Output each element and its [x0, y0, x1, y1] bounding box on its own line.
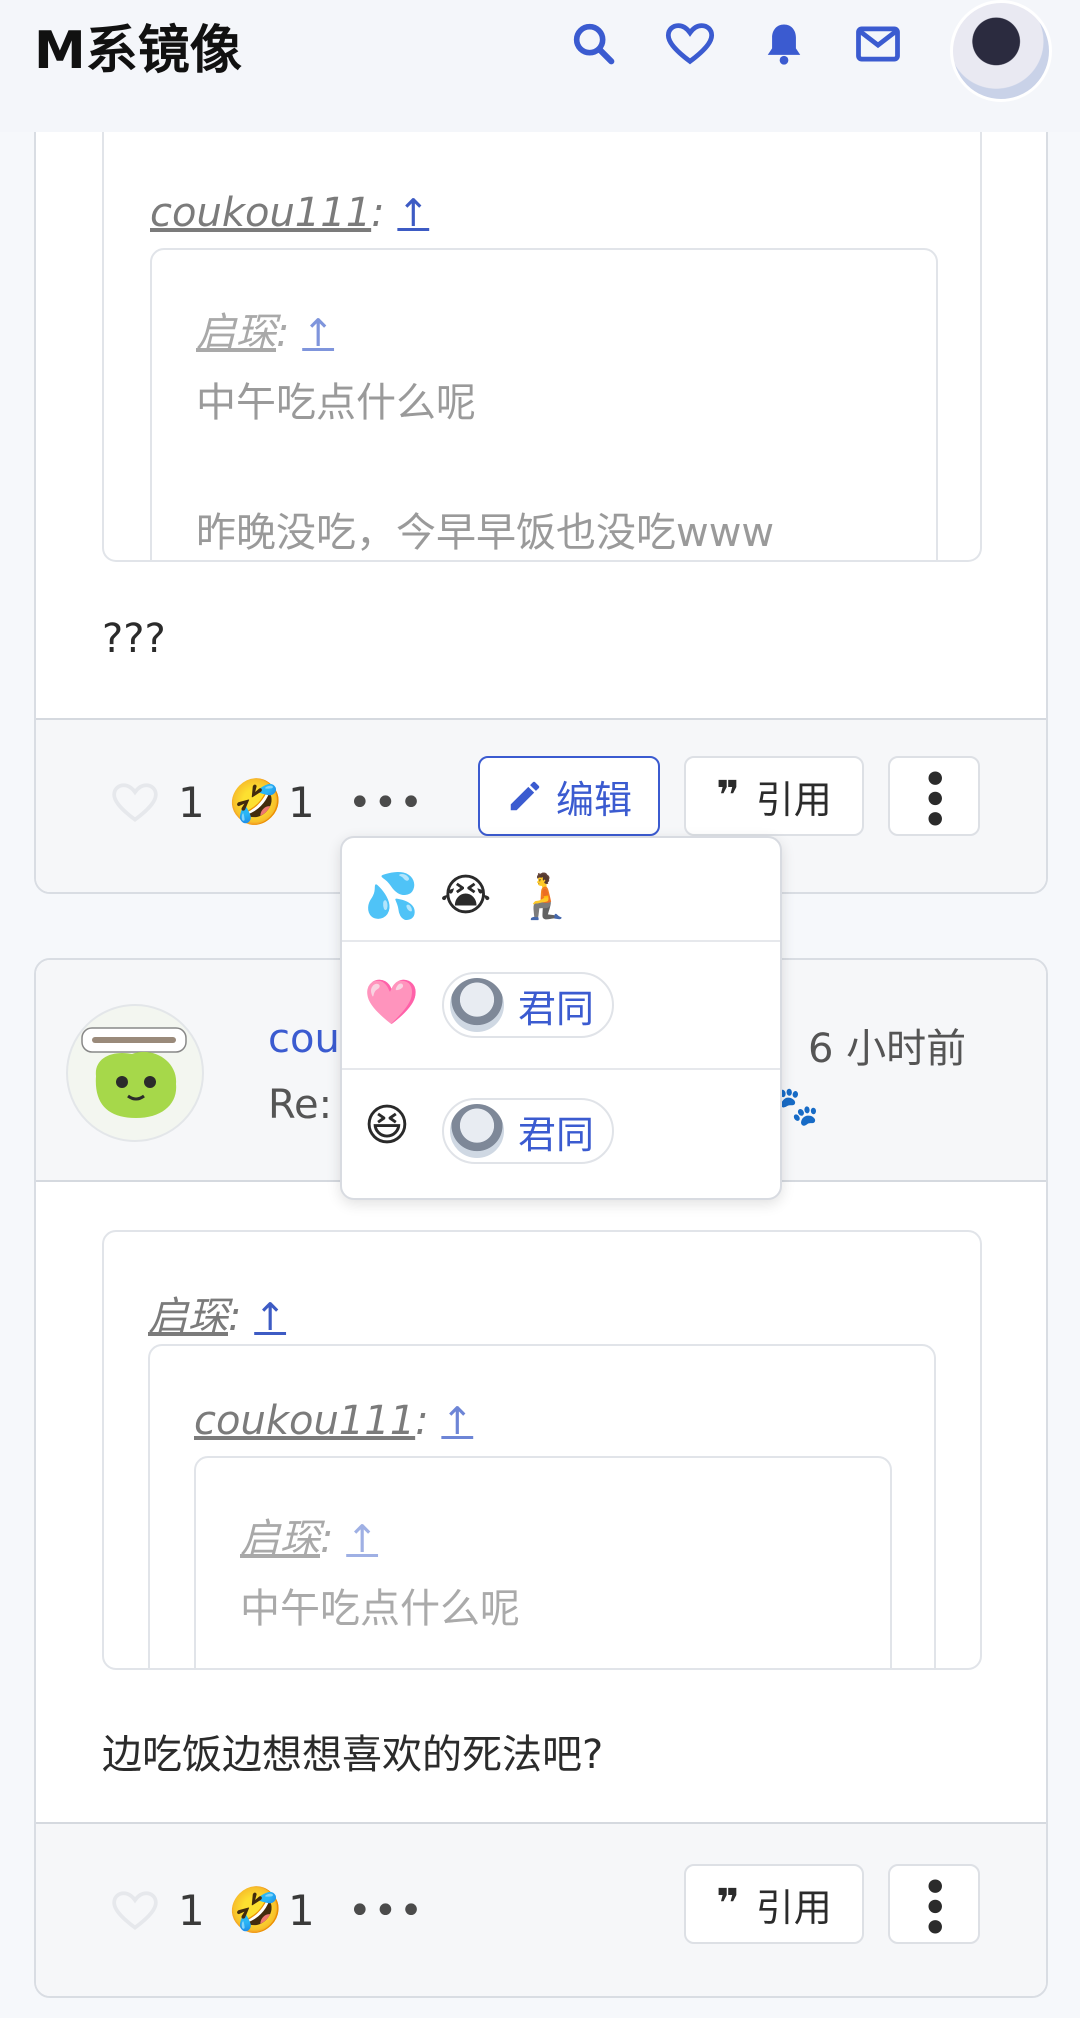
quote-author[interactable]: 启琛	[240, 1516, 320, 1562]
quote-text: 中午吃点什么呢	[240, 1586, 520, 1632]
jump-to-quote-link[interactable]: ↑	[346, 1517, 378, 1561]
like-heart-icon[interactable]	[108, 1886, 162, 1936]
heart-icon[interactable]	[664, 18, 716, 70]
nested-quote-block: 启琛: ↑ 中午吃点什么呢	[194, 1456, 892, 1668]
jump-to-quote-link[interactable]: ↑	[397, 191, 429, 235]
reaction-user-chip[interactable]: 君同	[442, 1098, 615, 1164]
nested-quote-block: 启琛: ↑ 中午吃点什么呢 昨晚没吃，今早早饭也没吃www	[150, 248, 938, 560]
quote-author[interactable]: coukou111	[150, 190, 371, 236]
more-reactions-button[interactable]: •••	[348, 1888, 425, 1934]
quote-author[interactable]: 启琛	[148, 1294, 228, 1340]
post-card: coukou111: ↑ 启琛: ↑ 中午吃点什么呢 昨晚没吃，今早早饭也没吃w…	[34, 90, 1048, 894]
quote-button-label: 引用	[755, 777, 832, 822]
loudly-crying-face-icon[interactable]: 😭	[440, 870, 491, 921]
quote-icon: ❞	[716, 773, 740, 819]
quote-block: coukou111: ↑ 启琛: ↑ 中午吃点什么呢 昨晚没吃，今早早饭也没吃w…	[102, 104, 982, 562]
pink-heart-icon: 🩷	[364, 977, 419, 1028]
author-avatar[interactable]	[66, 1004, 204, 1142]
reaction-user-name: 君同	[518, 986, 595, 1031]
post-actions-bar: 1 🤣 1 ••• ❞ 引用 •••	[36, 1822, 1046, 1996]
sweat-droplets-icon[interactable]: 💦	[364, 870, 419, 922]
rofl-reaction-icon[interactable]: 🤣	[228, 776, 283, 828]
search-icon[interactable]	[568, 18, 620, 70]
post-time: 6 小时前	[808, 1026, 967, 1072]
post-body: 边吃饭边想想喜欢的死法吧?	[102, 1732, 604, 1778]
like-heart-icon[interactable]	[108, 778, 162, 828]
edit-button[interactable]: 编辑	[478, 756, 660, 836]
avatar	[450, 1104, 504, 1158]
user-avatar[interactable]	[950, 0, 1052, 102]
quote-author[interactable]: 启琛	[196, 310, 276, 356]
post-body: ???	[102, 616, 166, 662]
quote-button[interactable]: ❞ 引用	[684, 756, 864, 836]
reaction-count: 1	[288, 778, 315, 827]
quote-icon: ❞	[716, 1881, 740, 1927]
kebab-icon: •••	[912, 765, 956, 827]
kebab-menu-button[interactable]: •••	[888, 1864, 980, 1944]
quote-author[interactable]: coukou111	[194, 1398, 415, 1444]
jump-to-quote-link[interactable]: ↑	[254, 1295, 286, 1339]
green-mascot-icon	[81, 1027, 187, 1118]
pencil-icon	[510, 781, 540, 811]
reaction-user-chip[interactable]: 君同	[442, 972, 615, 1038]
quote-block: 启琛: ↑ coukou111: ↑ 启琛: ↑ 中午吃点什么呢	[102, 1230, 982, 1670]
site-brand[interactable]: M系镜像	[34, 8, 242, 83]
quote-button[interactable]: ❞ 引用	[684, 1864, 864, 1944]
rofl-reaction-icon[interactable]: 🤣	[228, 1884, 283, 1936]
post-subject: Re:	[268, 1082, 333, 1128]
post-author[interactable]: cou	[268, 1016, 340, 1062]
quote-button-label: 引用	[755, 1885, 832, 1930]
like-count: 1	[178, 1886, 205, 1935]
kneeling-person-icon[interactable]: 🧎	[518, 870, 573, 922]
kebab-menu-button[interactable]: •••	[888, 756, 980, 836]
reaction-users-row: 😆 君同	[342, 1070, 780, 1196]
reaction-count: 1	[288, 1886, 315, 1935]
avatar	[450, 978, 504, 1032]
quote-text: 中午吃点什么呢	[196, 380, 476, 426]
kebab-icon: •••	[912, 1873, 956, 1935]
reaction-user-name: 君同	[518, 1112, 595, 1157]
more-reactions-button[interactable]: •••	[348, 780, 425, 826]
top-app-bar: M系镜像	[0, 0, 1080, 132]
nested-quote-block: coukou111: ↑ 启琛: ↑ 中午吃点什么呢	[148, 1344, 936, 1668]
quote-text: 昨晚没吃，今早早饭也没吃www	[196, 510, 775, 556]
like-count: 1	[178, 778, 205, 827]
jump-to-quote-link[interactable]: ↑	[441, 1399, 473, 1443]
reaction-users-row: 🩷 君同	[342, 942, 780, 1068]
bell-icon[interactable]	[758, 18, 810, 70]
jump-to-quote-link[interactable]: ↑	[302, 311, 334, 355]
grinning-squinting-face-icon: 😆	[364, 1100, 410, 1151]
reaction-picker-row: 💦 😭 🧎	[342, 860, 780, 940]
edit-button-label: 编辑	[555, 777, 632, 822]
mail-icon[interactable]	[852, 18, 904, 70]
reactions-popover: 💦 😭 🧎 🩷 君同 😆 君同	[340, 836, 782, 1200]
